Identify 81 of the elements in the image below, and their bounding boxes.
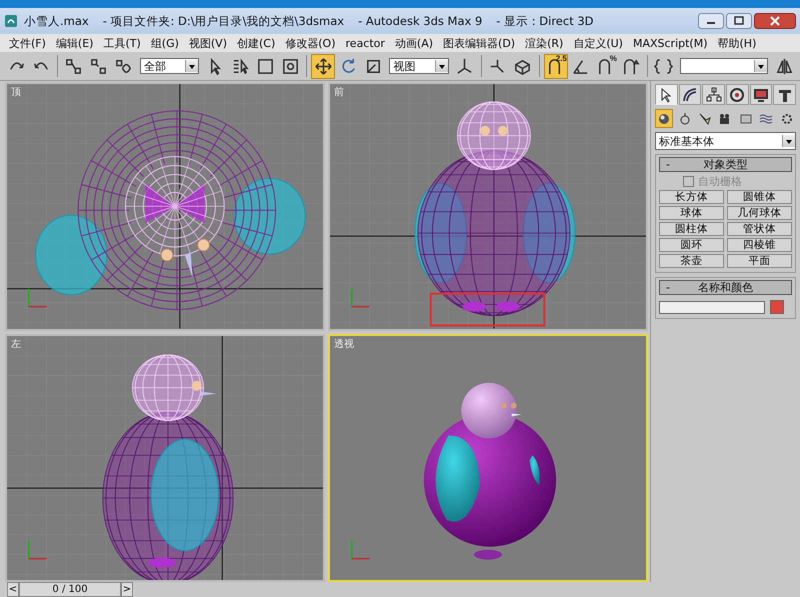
menu-item[interactable]: 组(G) <box>146 36 184 50</box>
menu-item[interactable]: 图表编辑器(D) <box>438 36 520 50</box>
primitive-button[interactable]: 平面 <box>727 254 792 268</box>
panel-tab[interactable] <box>702 84 726 105</box>
menu-item[interactable]: 文件(F) <box>4 36 51 50</box>
panel-tab[interactable] <box>750 84 772 105</box>
menu-item[interactable]: reactor <box>340 36 390 50</box>
category-dropdown[interactable]: 标准基本体 <box>655 132 796 150</box>
toolbar-dropdown[interactable]: 全部 <box>140 58 200 74</box>
menu-item[interactable]: MAXScript(M) <box>628 36 712 50</box>
time-slider[interactable]: 0 / 100 <box>19 582 121 597</box>
menu-item[interactable]: 编辑(E) <box>50 36 98 50</box>
window-title: - 显示 : Direct 3D <box>496 14 594 28</box>
mirror-icon <box>774 56 794 76</box>
color-swatch[interactable] <box>770 300 784 314</box>
primitive-button[interactable]: 管状体 <box>727 222 792 236</box>
wave-icon <box>759 112 774 126</box>
toolbar-button[interactable]: 2.5 <box>544 54 568 78</box>
toolbar-button[interactable]: % <box>594 54 618 78</box>
menu-item[interactable]: 修改器(O) <box>280 36 341 50</box>
minimize-icon[interactable] <box>698 13 724 29</box>
viewport-label[interactable]: 左 <box>11 336 21 350</box>
window-title: - Autodesk 3ds Max 9 <box>358 14 482 28</box>
next-frame-button[interactable]: > <box>121 582 133 597</box>
panel-tab[interactable] <box>726 84 749 105</box>
viewport-label[interactable]: 顶 <box>11 85 21 99</box>
spinner-snap-icon <box>621 56 640 76</box>
window-title: - 项目文件夹: D:\用户目录\我的文档\3dsmax <box>102 14 344 28</box>
checkbox-label: 自动栅格 <box>698 174 742 188</box>
move-icon <box>314 56 333 76</box>
axis-icon <box>350 288 370 308</box>
rollout-header[interactable]: - 名称和颜色 <box>659 280 792 295</box>
display-monitor-icon <box>753 86 770 102</box>
primitive-button[interactable]: 圆柱体 <box>659 222 724 236</box>
viewport-label[interactable]: 前 <box>334 85 344 99</box>
viewport[interactable]: 前 <box>328 82 648 330</box>
app-logo-icon <box>4 14 18 28</box>
toolbar-dropdown[interactable]: 视图 <box>389 58 449 74</box>
named-selection-icon <box>654 56 674 76</box>
viewport[interactable]: 顶 <box>5 82 325 330</box>
panel-tab[interactable] <box>773 84 796 105</box>
maximize-icon[interactable] <box>726 13 752 29</box>
primitive-button[interactable]: 球体 <box>659 206 724 220</box>
primitive-button[interactable]: 四棱锥 <box>727 238 792 252</box>
menu-item[interactable]: 工具(T) <box>98 36 146 50</box>
window-title: 小雪人.max <box>24 14 89 28</box>
primitive-button[interactable]: 茶壶 <box>659 254 724 268</box>
link-icon <box>64 56 84 76</box>
menu-item[interactable]: 渲染(R) <box>520 36 568 50</box>
previous-frame-button[interactable]: < <box>7 582 19 597</box>
close-icon[interactable] <box>754 13 796 29</box>
axis-icon <box>28 288 46 308</box>
toolbar-button[interactable] <box>311 54 336 78</box>
panel-tab[interactable] <box>678 84 702 105</box>
viewport[interactable]: 透视 <box>328 334 648 582</box>
menu-item[interactable]: 帮助(H) <box>712 36 762 50</box>
rectangle-selection-icon <box>256 56 275 76</box>
primitive-button[interactable]: 长方体 <box>659 190 724 204</box>
menu-item[interactable]: 自定义(U) <box>568 36 628 50</box>
axis-icon <box>28 540 46 559</box>
viewport-label[interactable]: 透视 <box>334 336 354 350</box>
hierarchy-icon <box>706 86 722 102</box>
window-crossing-icon <box>280 56 300 76</box>
name-field[interactable] <box>659 300 765 314</box>
toolbar-dropdown[interactable] <box>680 58 768 74</box>
primitive-button[interactable]: 几何球体 <box>727 206 792 220</box>
panel-tab[interactable] <box>655 84 678 105</box>
primitive-button[interactable]: 圆环 <box>659 238 724 252</box>
motion-wheel-icon <box>729 86 746 102</box>
rollout-header[interactable]: - 对象类型 <box>659 157 792 172</box>
menu-item[interactable]: 动画(A) <box>390 36 438 50</box>
category-button[interactable] <box>655 109 674 128</box>
modify-curve-icon <box>682 86 698 102</box>
gear-icon <box>780 112 794 126</box>
sphere-icon <box>657 112 672 126</box>
axis-icon <box>350 540 370 559</box>
primitive-button[interactable]: 圆锥体 <box>727 190 792 204</box>
viewport[interactable]: 左 <box>5 334 325 582</box>
unlink-icon <box>89 56 108 76</box>
menu-item[interactable]: 创建(C) <box>232 36 280 50</box>
menu-item[interactable]: 视图(V) <box>184 36 232 50</box>
